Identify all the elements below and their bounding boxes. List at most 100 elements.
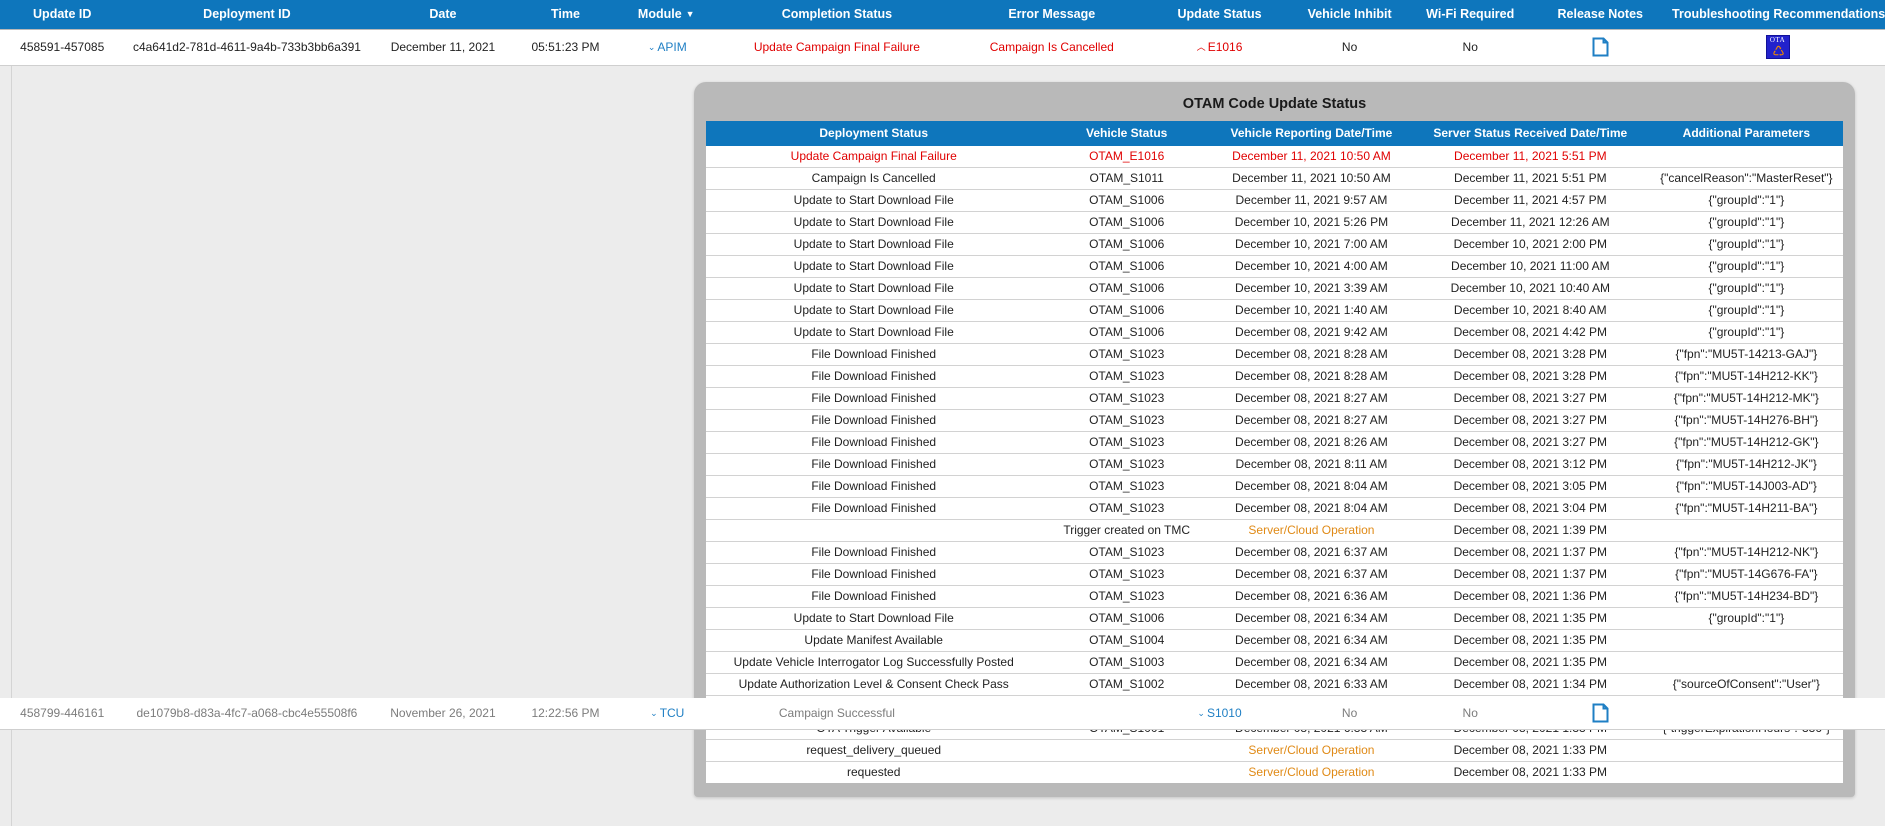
cell-vehicle-reporting-datetime: December 08, 2021 6:34 AM [1212,608,1411,630]
cell-release-notes[interactable] [1531,698,1670,730]
col-wifi-required[interactable]: Wi-Fi Required [1410,0,1531,30]
update-status-link[interactable]: E1016 [1208,40,1243,54]
cell-update-status[interactable]: ⌄S1010 [1150,698,1289,730]
cell-server-received-datetime: December 10, 2021 2:00 PM [1411,234,1650,256]
col-update-status[interactable]: Update Status [1150,0,1289,30]
table-row[interactable]: Update Authorization Level & Consent Che… [706,674,1843,696]
table-row[interactable]: requestedServer/Cloud OperationDecember … [706,762,1843,784]
table-row[interactable]: File Download FinishedOTAM_S1023December… [706,410,1843,432]
table-row[interactable]: File Download FinishedOTAM_S1023December… [706,498,1843,520]
table-row[interactable]: Update to Start Download FileOTAM_S1006D… [706,234,1843,256]
col-error-message[interactable]: Error Message [954,0,1150,30]
cell-deployment-status: File Download Finished [706,498,1041,520]
cell-vehicle-status [1041,762,1212,784]
cell-release-notes[interactable] [1531,30,1670,66]
col-vehicle-reporting-datetime[interactable]: Vehicle Reporting Date/Time [1212,121,1411,146]
table-row[interactable]: 458799-446161 de1079b8-d83a-4fc7-a068-cb… [0,698,1885,730]
table-row[interactable]: File Download FinishedOTAM_S1023December… [706,366,1843,388]
note-icon[interactable] [1592,37,1609,57]
cell-additional-parameters: {"fpn":"MU5T-14J003-AD"} [1650,476,1843,498]
col-completion-status[interactable]: Completion Status [720,0,954,30]
table-row[interactable]: Update Manifest AvailableOTAM_S1004Decem… [706,630,1843,652]
module-link[interactable]: APIM [657,40,686,54]
table-row[interactable]: request_delivery_queuedServer/Cloud Oper… [706,740,1843,762]
cell-vehicle-status: OTAM_S1023 [1041,498,1212,520]
cell-vehicle-status: OTAM_S1023 [1041,366,1212,388]
col-troubleshooting-recommendations[interactable]: Troubleshooting Recommendations [1670,0,1885,30]
cell-vehicle-reporting-datetime: December 08, 2021 8:26 AM [1212,432,1411,454]
cell-additional-parameters [1650,146,1843,168]
table-row[interactable]: Update Campaign Final FailureOTAM_E1016D… [706,146,1843,168]
cell-module[interactable]: ⌄TCU [614,698,720,730]
table-row[interactable]: File Download FinishedOTAM_S1023December… [706,476,1843,498]
col-update-id[interactable]: Update ID [0,0,124,30]
col-date[interactable]: Date [369,0,516,30]
cell-module[interactable]: ⌄APIM [614,30,720,66]
cell-vehicle-reporting-datetime: December 08, 2021 6:34 AM [1212,630,1411,652]
col-module[interactable]: Module▼ [614,0,720,30]
col-time[interactable]: Time [516,0,614,30]
ota-recommendation-icon[interactable]: OTA ♺ [1766,35,1790,59]
cell-additional-parameters: {"groupId":"1"} [1650,322,1843,344]
note-icon[interactable] [1592,703,1609,723]
cell-vehicle-reporting-datetime: December 08, 2021 6:36 AM [1212,586,1411,608]
cell-server-received-datetime: December 11, 2021 12:26 AM [1411,212,1650,234]
table-row[interactable]: Campaign Is CancelledOTAM_S1011December … [706,168,1843,190]
col-deployment-status[interactable]: Deployment Status [706,121,1041,146]
panel-title: OTAM Code Update Status [706,90,1843,121]
cell-vehicle-reporting-datetime: December 11, 2021 10:50 AM [1212,168,1411,190]
cell-vehicle-reporting-datetime: December 11, 2021 10:50 AM [1212,146,1411,168]
table-row[interactable]: File Download FinishedOTAM_S1023December… [706,542,1843,564]
cell-server-received-datetime: December 11, 2021 4:57 PM [1411,190,1650,212]
table-row[interactable]: File Download FinishedOTAM_S1023December… [706,388,1843,410]
cell-vehicle-reporting-datetime: December 10, 2021 5:26 PM [1212,212,1411,234]
table-row[interactable]: Update Vehicle Interrogator Log Successf… [706,652,1843,674]
cell-update-status[interactable]: ︿E1016 [1150,30,1289,66]
col-release-notes[interactable]: Release Notes [1531,0,1670,30]
cell-vehicle-reporting-datetime: December 08, 2021 6:33 AM [1212,674,1411,696]
cell-troubleshooting-recommendations[interactable]: OTA ♺ [1670,30,1885,66]
expand-caret-icon[interactable]: ⌄ [650,708,658,719]
update-status-link[interactable]: S1010 [1207,706,1242,720]
col-server-status-received-datetime[interactable]: Server Status Received Date/Time [1411,121,1650,146]
col-vehicle-status[interactable]: Vehicle Status [1041,121,1212,146]
cell-deployment-status: Update to Start Download File [706,256,1041,278]
cell-vehicle-reporting-datetime: December 08, 2021 8:04 AM [1212,498,1411,520]
table-row[interactable]: File Download FinishedOTAM_S1023December… [706,344,1843,366]
cell-additional-parameters: {"fpn":"MU5T-14H212-KK"} [1650,366,1843,388]
cell-server-received-datetime: December 08, 2021 1:35 PM [1411,608,1650,630]
cell-additional-parameters [1650,652,1843,674]
cell-additional-parameters: {"groupId":"1"} [1650,212,1843,234]
table-row[interactable]: Update to Start Download FileOTAM_S1006D… [706,300,1843,322]
table-row[interactable]: File Download FinishedOTAM_S1023December… [706,564,1843,586]
table-row[interactable]: File Download FinishedOTAM_S1023December… [706,586,1843,608]
cell-additional-parameters: {"fpn":"MU5T-14H212-MK"} [1650,388,1843,410]
cell-vehicle-status: OTAM_S1006 [1041,212,1212,234]
table-row[interactable]: Update to Start Download FileOTAM_S1006D… [706,278,1843,300]
module-link[interactable]: TCU [660,706,685,720]
updates-table-header: Update ID Deployment ID Date Time Module… [0,0,1885,30]
sort-caret-icon: ▼ [686,9,695,19]
expand-caret-icon[interactable]: ⌄ [1197,708,1205,719]
cell-vehicle-reporting-datetime: Server/Cloud Operation [1212,762,1411,784]
table-row[interactable]: Update to Start Download FileOTAM_S1006D… [706,212,1843,234]
cell-server-received-datetime: December 08, 2021 1:36 PM [1411,586,1650,608]
table-row[interactable]: Update to Start Download FileOTAM_S1006D… [706,190,1843,212]
table-row[interactable]: Update to Start Download FileOTAM_S1006D… [706,322,1843,344]
cell-troubleshooting-recommendations[interactable] [1670,698,1885,730]
collapse-caret-icon[interactable]: ︿ [1197,40,1206,53]
col-vehicle-inhibit[interactable]: Vehicle Inhibit [1289,0,1410,30]
table-row[interactable]: Update to Start Download FileOTAM_S1006D… [706,256,1843,278]
expand-caret-icon[interactable]: ⌄ [648,42,656,53]
table-row[interactable]: File Download FinishedOTAM_S1023December… [706,432,1843,454]
cell-deployment-status: Update to Start Download File [706,234,1041,256]
table-row[interactable]: Trigger created on TMCServer/Cloud Opera… [706,520,1843,542]
table-row[interactable]: File Download FinishedOTAM_S1023December… [706,454,1843,476]
table-row[interactable]: Update to Start Download FileOTAM_S1006D… [706,608,1843,630]
cell-deployment-status: File Download Finished [706,388,1041,410]
cell-date: December 11, 2021 [369,30,516,66]
col-deployment-id[interactable]: Deployment ID [124,0,369,30]
col-additional-parameters[interactable]: Additional Parameters [1650,121,1843,146]
cell-server-received-datetime: December 08, 2021 4:42 PM [1411,322,1650,344]
table-row[interactable]: 458591-457085 c4a641d2-781d-4611-9a4b-73… [0,30,1885,66]
